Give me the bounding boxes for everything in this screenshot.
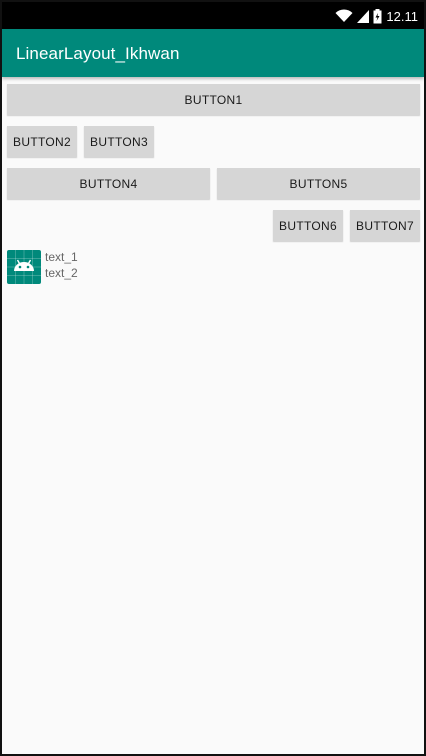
status-time: 12.11: [386, 8, 418, 24]
button2[interactable]: BUTTON2: [7, 126, 77, 157]
android-icon: [7, 250, 41, 284]
app-bar: LinearLayout_Ikhwan: [2, 29, 424, 77]
button1[interactable]: BUTTON1: [7, 84, 420, 115]
device-screen: 12.11 LinearLayout_Ikhwan BUTTON1 BUTTON…: [0, 0, 426, 756]
button4[interactable]: BUTTON4: [7, 168, 210, 199]
list-item-text-1: text_1: [45, 250, 78, 264]
button5[interactable]: BUTTON5: [217, 168, 420, 199]
app-title: LinearLayout_Ikhwan: [16, 44, 180, 63]
wifi-icon: [335, 9, 353, 23]
list-item-text-2: text_2: [45, 266, 78, 280]
signal-icon: [357, 9, 370, 23]
button6[interactable]: BUTTON6: [273, 210, 343, 241]
linear-layout-content: BUTTON1 BUTTON2 BUTTON3 BUTTON4 BUTTON5 …: [2, 77, 424, 754]
battery-icon: [373, 8, 382, 24]
button3[interactable]: BUTTON3: [84, 126, 154, 157]
button7[interactable]: BUTTON7: [350, 210, 420, 241]
status-bar: 12.11: [2, 2, 424, 29]
status-icons: 12.11: [335, 6, 418, 26]
